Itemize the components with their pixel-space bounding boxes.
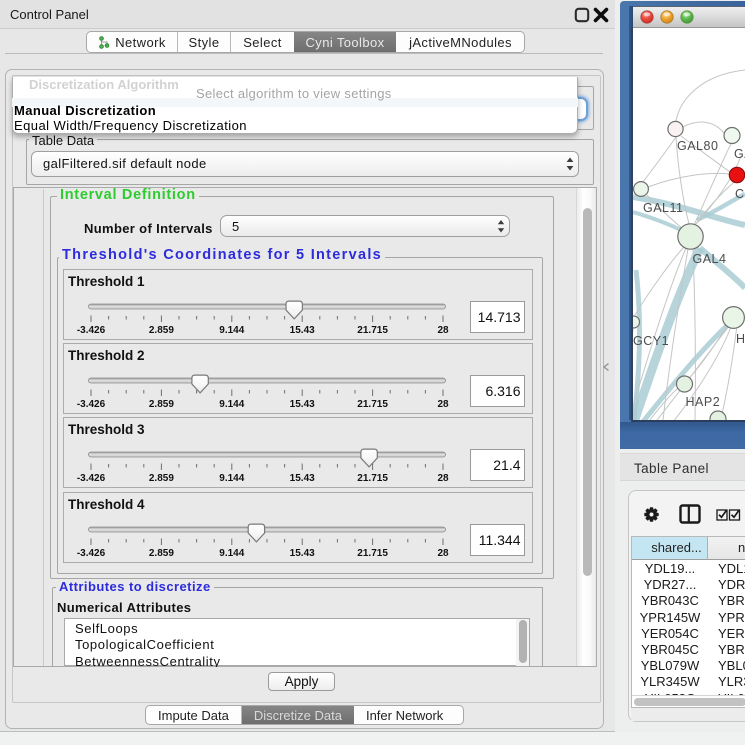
svg-text:GAL11: GAL11 xyxy=(643,201,684,215)
svg-text:GAL80: GAL80 xyxy=(677,139,718,153)
svg-text:-3.426: -3.426 xyxy=(77,399,106,410)
svg-text:15.43: 15.43 xyxy=(290,473,315,484)
svg-text:C: C xyxy=(735,187,745,201)
svg-text:GAL4: GAL4 xyxy=(693,252,727,266)
svg-text:21.715: 21.715 xyxy=(357,399,388,410)
svg-text:21.715: 21.715 xyxy=(357,325,388,336)
svg-text:28: 28 xyxy=(437,548,449,559)
svg-text:15.43: 15.43 xyxy=(290,325,315,336)
svg-text:-3.426: -3.426 xyxy=(77,325,106,336)
svg-text:-3.426: -3.426 xyxy=(77,548,106,559)
svg-text:9.144: 9.144 xyxy=(219,473,244,484)
svg-text:21.715: 21.715 xyxy=(357,548,388,559)
svg-text:HAP2: HAP2 xyxy=(686,395,721,409)
svg-text:2.859: 2.859 xyxy=(149,548,174,559)
svg-text:-3.426: -3.426 xyxy=(77,473,106,484)
svg-text:15.43: 15.43 xyxy=(290,399,315,410)
svg-text:28: 28 xyxy=(437,473,449,484)
svg-text:H: H xyxy=(736,332,745,346)
svg-text:28: 28 xyxy=(437,325,449,336)
svg-text:2.859: 2.859 xyxy=(149,473,174,484)
svg-text:15.43: 15.43 xyxy=(290,548,315,559)
svg-text:9.144: 9.144 xyxy=(219,548,244,559)
svg-text:GCY1: GCY1 xyxy=(633,334,669,348)
svg-text:2.859: 2.859 xyxy=(149,325,174,336)
svg-text:21.715: 21.715 xyxy=(357,473,388,484)
svg-text:GA: GA xyxy=(734,147,745,161)
svg-text:2.859: 2.859 xyxy=(149,399,174,410)
svg-text:9.144: 9.144 xyxy=(219,325,244,336)
svg-text:9.144: 9.144 xyxy=(219,399,244,410)
svg-text:28: 28 xyxy=(437,399,449,410)
